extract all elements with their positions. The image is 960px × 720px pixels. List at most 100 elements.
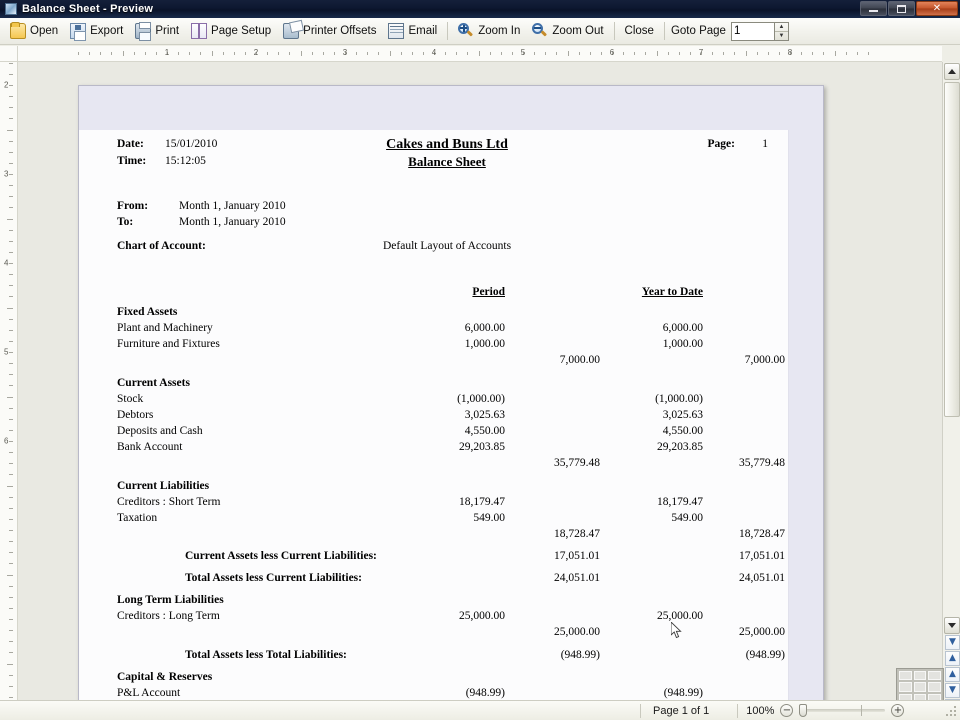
section-heading-current-assets: Current Assets	[117, 377, 777, 393]
ruler-tick	[9, 641, 13, 643]
ruler-tick	[623, 52, 625, 55]
line-label: Creditors : Short Term	[117, 496, 221, 508]
printer-offsets-icon	[283, 23, 300, 39]
ruler-tick	[489, 52, 491, 55]
ruler-tick	[9, 263, 13, 264]
close-window-button[interactable]: ✕	[916, 1, 958, 16]
ruler-tick	[556, 52, 558, 55]
ruler-tick	[867, 52, 869, 55]
close-preview-label: Close	[624, 25, 654, 37]
restore-button[interactable]	[888, 1, 915, 16]
ruler-tick	[9, 174, 13, 175]
ruler-tick	[389, 51, 391, 56]
zoom-slider-handle[interactable]	[799, 704, 808, 717]
grid-cell[interactable]	[899, 682, 912, 692]
scroll-down-button[interactable]	[944, 617, 960, 634]
ruler-tick	[267, 52, 269, 55]
next-page-button[interactable]: ▼	[945, 683, 960, 698]
ruler-number: 3	[4, 169, 9, 179]
zoom-in-stepper[interactable]: +	[891, 704, 905, 717]
total-period: 7,000.00	[559, 354, 600, 366]
grid-cell[interactable]	[913, 671, 927, 681]
ruler-tick	[378, 52, 380, 55]
to-value: Month 1, January 2010	[179, 216, 286, 228]
ruler-tick	[9, 151, 13, 153]
page-setup-button[interactable]: Page Setup	[185, 20, 277, 42]
table-row: Bank Account 29,203.85 29,203.85	[117, 441, 777, 457]
line-label: P&L Account	[117, 687, 181, 699]
report-sheet: Date: 15/01/2010 Cakes and Buns Ltd Page…	[79, 130, 789, 700]
line-ytd-detail: (948.99)	[663, 687, 703, 699]
minimize-button[interactable]	[860, 1, 887, 16]
zoom-out-button[interactable]: Zoom Out	[526, 20, 609, 42]
zoom-out-stepper[interactable]: −	[780, 704, 794, 717]
zoom-out-icon	[532, 23, 548, 39]
grid-cell[interactable]	[913, 682, 927, 692]
toolbar-separator-1	[447, 22, 449, 40]
ruler-tick	[9, 552, 13, 554]
page-nav-menu-button[interactable]: ▼	[945, 635, 960, 650]
line-label: Creditors : Long Term	[117, 610, 220, 622]
print-button[interactable]: Print	[129, 20, 185, 42]
first-page-button[interactable]: ▲	[945, 651, 960, 666]
ruler-tick	[100, 52, 102, 55]
open-button[interactable]: Open	[4, 20, 64, 42]
zoom-slider-track[interactable]	[799, 704, 886, 717]
section-heading-current-liabilities: Current Liabilities	[117, 480, 777, 496]
section-heading-capital-reserves: Capital & Reserves	[117, 671, 777, 687]
column-header-period: Period	[472, 286, 505, 298]
goto-page-label: Goto Page	[670, 25, 726, 37]
ruler-tick	[7, 218, 13, 220]
scroll-up-button[interactable]	[944, 63, 960, 80]
email-label: Email	[408, 25, 438, 37]
preview-canvas[interactable]: Date: 15/01/2010 Cakes and Buns Ltd Page…	[18, 62, 942, 700]
grid-cell[interactable]	[899, 671, 912, 681]
total-period: 25,000.00	[554, 626, 600, 638]
email-button[interactable]: Email	[382, 20, 443, 42]
ruler-tick	[9, 62, 13, 64]
previous-page-button[interactable]: ▲	[945, 667, 960, 682]
section-label: Long Term Liabilities	[117, 594, 224, 606]
status-separator-1	[640, 703, 641, 718]
grid-cell[interactable]	[928, 682, 941, 692]
column-header-row: Period Year to Date	[117, 286, 777, 302]
preview-window: Balance Sheet - Preview ✕ Open Export Pr…	[0, 0, 960, 720]
line-ytd-detail: (1,000.00)	[655, 393, 703, 405]
subtotal-ytd: 17,051.01	[739, 550, 785, 562]
goto-page-spinner[interactable]: ▲ ▼	[773, 21, 789, 41]
printer-offsets-button[interactable]: Printer Offsets	[277, 20, 382, 42]
resize-grip[interactable]	[946, 706, 958, 718]
line-ytd-detail: 549.00	[671, 512, 703, 524]
vertical-scrollbar[interactable]: ▼ ▲ ▲ ▼ ▼	[942, 62, 960, 714]
section-label: Current Assets	[117, 377, 190, 389]
ruler-tick	[589, 52, 591, 55]
line-period-detail: 1,000.00	[464, 338, 505, 350]
spinner-up-icon[interactable]: ▲	[774, 23, 788, 32]
table-row: Stock (1,000.00) (1,000.00)	[117, 393, 777, 409]
ruler-tick	[7, 574, 13, 576]
ruler-tick	[189, 52, 191, 55]
line-period-detail: 3,025.63	[464, 409, 505, 421]
zoom-in-button[interactable]: Zoom In	[452, 20, 526, 42]
spinner-down-icon[interactable]: ▼	[775, 32, 788, 40]
line-period-detail: 29,203.85	[459, 441, 505, 453]
final-subtotal-row: Total Assets less Total Liabilities: (94…	[117, 649, 785, 671]
ruler-tick	[478, 51, 480, 56]
ruler-tick	[9, 285, 13, 287]
subtotal-ytd: 24,051.01	[739, 572, 785, 584]
chevron-up-icon	[948, 69, 956, 74]
ruler-tick	[322, 52, 324, 55]
scrollbar-thumb[interactable]	[944, 82, 960, 417]
ruler-number: 4	[4, 258, 9, 268]
ruler-tick	[9, 507, 13, 509]
grid-cell[interactable]	[928, 671, 941, 681]
goto-page-input[interactable]	[730, 21, 775, 41]
export-button[interactable]: Export	[64, 20, 129, 42]
line-ytd-detail: 29,203.85	[657, 441, 703, 453]
total-period: 18,728.47	[554, 528, 600, 540]
ruler-tick	[9, 207, 13, 209]
folder-open-icon	[10, 22, 26, 39]
close-preview-button[interactable]: Close	[619, 20, 660, 42]
down-arrow-icon: ▼	[949, 685, 956, 695]
table-row: Deposits and Cash 4,550.00 4,550.00	[117, 425, 777, 441]
